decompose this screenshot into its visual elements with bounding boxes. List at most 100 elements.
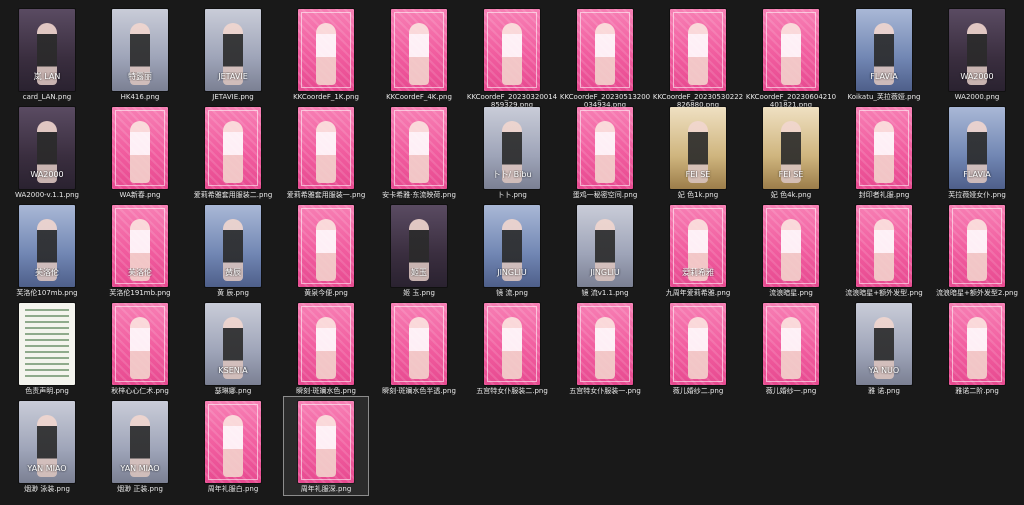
file-item[interactable]: 色责声明.png [4, 298, 90, 398]
file-name-label: Koikatu_芙拉薇娅.png [847, 93, 921, 101]
file-name-label: KKCoordeF_4K.png [386, 93, 452, 101]
file-item[interactable]: 爱莉希雅套用服装一.png [283, 102, 369, 202]
file-thumbnail: FEI SE [670, 107, 726, 189]
file-grid: 岚 LAN card_LAN.png 特露丽 HK416.png JETAVIE JETA… [0, 0, 1024, 505]
file-thumbnail [298, 107, 354, 189]
file-item[interactable]: KKCoordeF_20230320014859329.png [467, 4, 557, 109]
thumbnail-caption: 岚 LAN [33, 72, 61, 81]
file-item[interactable]: WA2000 WA2000-v.1.1.png [4, 102, 90, 202]
file-name-label: 爱莉希雅套用服装二.png [193, 191, 273, 199]
file-item[interactable]: WA新春.png [97, 102, 183, 202]
file-item[interactable]: 安卡希雅·东流映荷.png [376, 102, 462, 202]
file-item[interactable]: WA2000 WA2000.png [934, 4, 1020, 104]
file-item[interactable]: KKCoordeF_1K.png [283, 4, 369, 104]
character-figure [967, 219, 987, 281]
file-thumbnail [763, 205, 819, 287]
thumbnail-caption: FEI SE [778, 170, 804, 179]
file-item[interactable]: 芙洛伦芙洛伦107mb.png [4, 200, 90, 300]
file-thumbnail: 芙洛伦 [112, 205, 168, 287]
character-figure [502, 317, 522, 379]
file-item[interactable]: 薇儿婚纱一.png [748, 298, 834, 398]
file-thumbnail [577, 9, 633, 91]
file-item[interactable]: 流浪暗星.png [748, 200, 834, 300]
file-item[interactable]: 瞬刻·斑斓水色半透.png [376, 298, 462, 398]
file-item[interactable]: JINGLIU 镜 流v1.1.png [562, 200, 648, 300]
file-name-label: 芙洛伦107mb.png [16, 289, 78, 297]
file-name-label: 爱莉希雅套用服装一.png [286, 191, 366, 199]
file-name-label: 瞬刻·斑斓水色半透.png [382, 387, 456, 395]
file-item[interactable]: KKCoordeF_20230530222826880.png [653, 4, 743, 109]
file-item[interactable]: YAN MIAO 烟渺 泳装.png [4, 396, 90, 496]
file-thumbnail [391, 303, 447, 385]
character-figure [781, 317, 801, 379]
character-figure [595, 121, 615, 183]
character-figure [409, 121, 429, 183]
file-name-label: 黄泉今便.png [304, 289, 348, 297]
character-figure [316, 415, 336, 477]
file-item[interactable]: 姬玉姬 玉.png [376, 200, 462, 300]
file-item[interactable]: 雅诺二阶.png [934, 298, 1020, 398]
file-item[interactable]: 流浪暗星+额外发型.png [841, 200, 927, 300]
file-item[interactable]: 周年礼服白.png [190, 396, 276, 496]
thumbnail-caption: 姬玉 [411, 268, 427, 277]
file-item[interactable]: KKCoordeF_20230604210401821.png [746, 4, 836, 109]
thumbnail-caption: 黄辰 [225, 268, 241, 277]
file-name-label: 封印者礼服.png [858, 191, 910, 199]
file-item[interactable]: JINGLIU 镜 流.png [469, 200, 555, 300]
file-item[interactable]: 秋梓心心仁术.png [97, 298, 183, 398]
file-name-label: card_LAN.png [22, 93, 72, 101]
file-thumbnail: JINGLIU [484, 205, 540, 287]
character-figure [409, 317, 429, 379]
file-item[interactable]: 爱莉希雅 九周年爱莉希雅.png [655, 200, 741, 300]
file-item[interactable]: 蛋鸡一秘密空间.png [562, 102, 648, 202]
file-thumbnail [484, 303, 540, 385]
file-item[interactable]: FEI SE 妃 色1k.png [655, 102, 741, 202]
file-item[interactable]: 爱莉希雅套用服装二.png [190, 102, 276, 202]
file-name-label: 周年礼服深.png [300, 485, 352, 493]
file-thumbnail [391, 107, 447, 189]
file-item[interactable]: FEI SE 妃 色4k.png [748, 102, 834, 202]
file-item[interactable]: 黄泉今便.png [283, 200, 369, 300]
file-item[interactable]: 五宫特女仆服装二.png [469, 298, 555, 398]
file-name-label: 秋梓心心仁术.png [111, 387, 169, 395]
thumbnail-caption: YAN MIAO [27, 464, 67, 473]
file-item[interactable]: 特露丽 HK416.png [97, 4, 183, 104]
file-thumbnail [298, 303, 354, 385]
file-thumbnail [484, 9, 540, 91]
file-item[interactable]: 五宫特女仆服装一.png [562, 298, 648, 398]
file-item[interactable]: KKCoordeF_4K.png [376, 4, 462, 104]
thumbnail-caption: KSENIA [218, 366, 248, 375]
file-item[interactable]: JETAVIE JETAVIE.png [190, 4, 276, 104]
file-item[interactable]: 流浪暗星+额外发型2.png [934, 200, 1020, 300]
file-thumbnail: KSENIA [205, 303, 261, 385]
file-item[interactable]: 黄辰黄 辰.png [190, 200, 276, 300]
file-item[interactable]: 卜卜/ Bibu 卜卜.png [469, 102, 555, 202]
document-text-line [25, 309, 69, 311]
file-name-label: 流浪暗星+额外发型.png [845, 289, 923, 297]
document-text-line [25, 369, 69, 371]
file-item[interactable]: YA NUO 雅 诺.png [841, 298, 927, 398]
file-item[interactable]: 芙洛伦 芙洛伦191mb.png [97, 200, 183, 300]
file-name-label: 烟渺 泳装.png [24, 485, 70, 493]
file-thumbnail: 特露丽 [112, 9, 168, 91]
file-thumbnail: JINGLIU [577, 205, 633, 287]
file-item[interactable]: 周年礼服深.png [283, 396, 369, 496]
file-item[interactable]: KSENIA 瑟琳娜.png [190, 298, 276, 398]
file-name-label: JETAVIE.png [212, 93, 254, 101]
file-thumbnail [298, 401, 354, 483]
file-item[interactable]: 薇儿婚纱二.png [655, 298, 741, 398]
file-name-label: 镜 流.png [496, 289, 528, 297]
file-thumbnail: 芙洛伦 [19, 205, 75, 287]
file-thumbnail [112, 107, 168, 189]
character-figure [223, 121, 243, 183]
file-item[interactable]: FLAVIA 芙拉薇娅女仆.png [934, 102, 1020, 202]
file-item[interactable]: 岚 LAN card_LAN.png [4, 4, 90, 104]
file-thumbnail: 爱莉希雅 [670, 205, 726, 287]
file-thumbnail [577, 107, 633, 189]
file-item[interactable]: 封印者礼服.png [841, 102, 927, 202]
file-item[interactable]: KKCoordeF_20230513200034934.png [560, 4, 650, 109]
file-name-label: 瑟琳娜.png [214, 387, 252, 395]
file-item[interactable]: YAN MIAO 烟渺 正装.png [97, 396, 183, 496]
file-item[interactable]: 瞬刻·斑斓水色.png [283, 298, 369, 398]
file-item[interactable]: FLAVIA Koikatu_芙拉薇娅.png [841, 4, 927, 104]
